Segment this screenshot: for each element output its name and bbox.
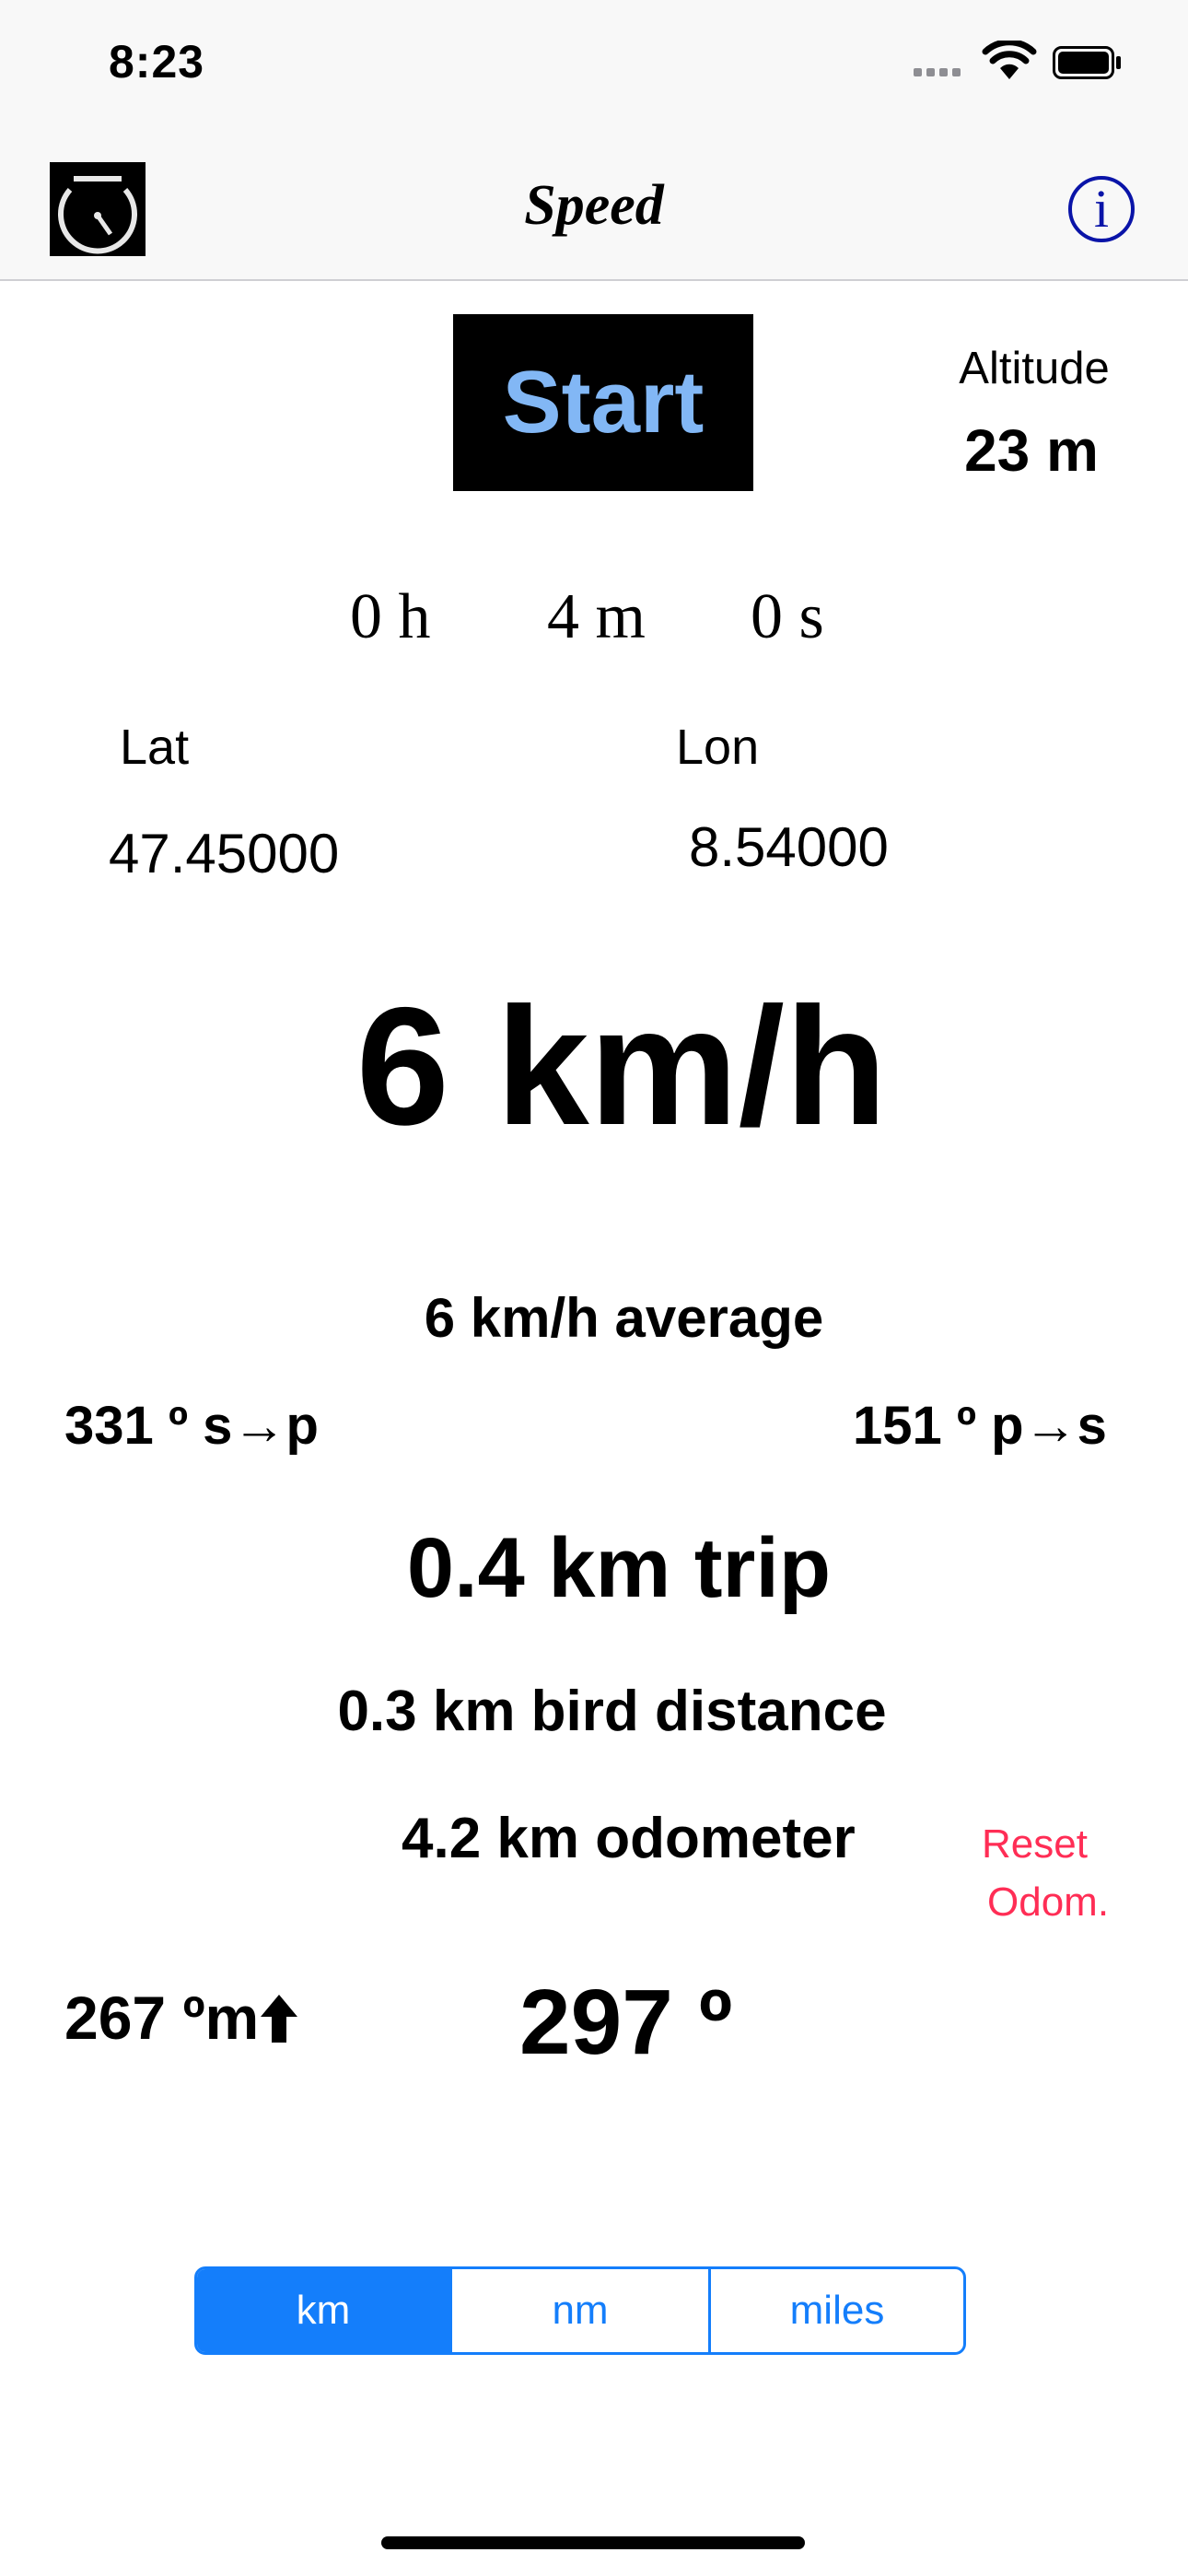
reset-odometer-button[interactable]: Reset Odom. (982, 1815, 1109, 1931)
unit-option-nm[interactable]: nm (449, 2269, 708, 2352)
cellular-signal-icon (914, 64, 965, 81)
elevation-gain-value: 267 ºm (64, 1984, 260, 2052)
latitude-label: Lat (120, 720, 190, 775)
trip-distance: 0.4 km trip (406, 1521, 832, 1615)
up-arrow-icon (261, 1995, 298, 2043)
info-icon[interactable]: i (1068, 176, 1135, 242)
altitude-label: Altitude (959, 344, 1110, 393)
units-segmented-control[interactable]: km nm miles (194, 2266, 966, 2355)
current-speed: 6 km/h (355, 972, 888, 1160)
timer-seconds: 0 s (751, 581, 824, 652)
longitude-label: Lon (676, 720, 760, 775)
average-speed: 6 km/h average (424, 1287, 824, 1349)
bearing-start-to-position: 331 º s→p (64, 1396, 319, 1456)
home-indicator[interactable] (381, 2536, 805, 2549)
start-button[interactable]: Start (453, 314, 753, 491)
battery-icon (1053, 46, 1121, 79)
compass-heading: 297 º (519, 1971, 733, 2074)
wifi-icon (982, 41, 1037, 79)
elevation-gain: 267 ºm (64, 1983, 299, 2053)
unit-option-miles[interactable]: miles (708, 2269, 963, 2352)
bird-distance: 0.3 km bird distance (337, 1680, 887, 1743)
bearing-position-to-start: 151 º p→s (853, 1396, 1107, 1456)
page-title: Speed (524, 174, 664, 237)
altitude-value: 23 m (964, 417, 1099, 484)
reset-odometer-label-line2: Odom. (987, 1879, 1110, 1925)
timer-minutes: 4 m (547, 581, 646, 652)
reset-odometer-label-line1: Reset (982, 1821, 1088, 1867)
longitude-value: 8.54000 (689, 816, 889, 878)
status-time: 8:23 (109, 36, 205, 88)
timer-hours: 0 h (350, 581, 431, 652)
unit-option-km[interactable]: km (197, 2269, 449, 2352)
odometer-distance: 4.2 km odometer (402, 1807, 856, 1870)
latitude-value: 47.45000 (109, 823, 340, 884)
